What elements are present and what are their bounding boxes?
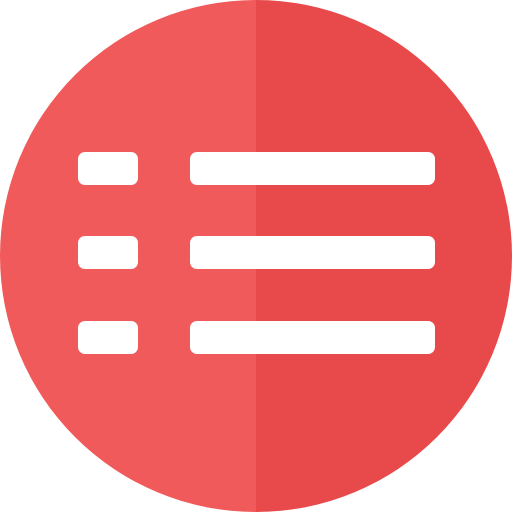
- list-row-2: [78, 236, 435, 269]
- list-row-3: [78, 321, 435, 354]
- list-line-1: [190, 152, 435, 185]
- list-line-3: [190, 321, 435, 354]
- list-line-2: [190, 236, 435, 269]
- list-row-1: [78, 152, 435, 185]
- list-bullet-2: [78, 236, 138, 269]
- list-bullet-3: [78, 321, 138, 354]
- list-icon-canvas: [0, 0, 512, 512]
- list-icon: [0, 0, 512, 512]
- list-bullet-1: [78, 152, 138, 185]
